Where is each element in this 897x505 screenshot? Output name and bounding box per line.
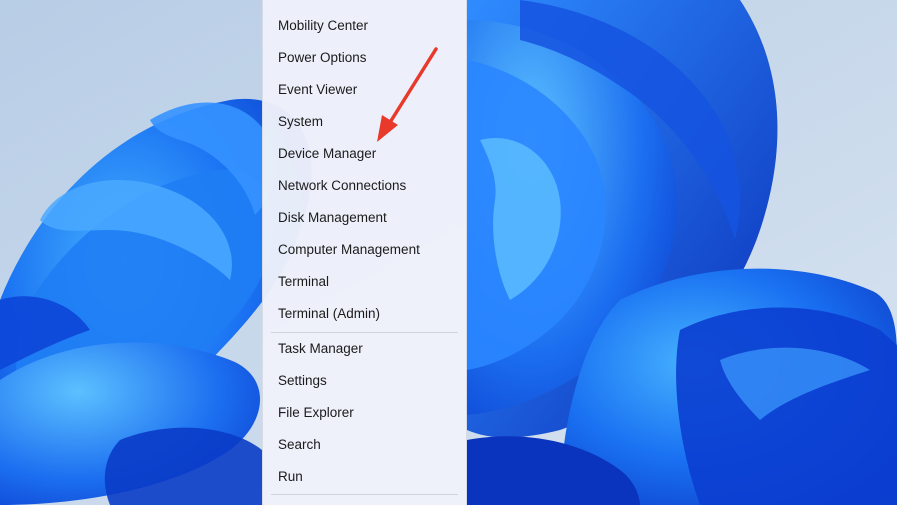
menu-item-device-manager[interactable]: Device Manager <box>263 138 466 170</box>
menu-item-power-options[interactable]: Power Options <box>263 42 466 74</box>
menu-separator <box>271 494 458 495</box>
menu-item-system[interactable]: System <box>263 106 466 138</box>
menu-item-network-connections[interactable]: Network Connections <box>263 170 466 202</box>
menu-item-terminal-admin[interactable]: Terminal (Admin) <box>263 298 466 330</box>
menu-item-disk-management[interactable]: Disk Management <box>263 202 466 234</box>
menu-item-search[interactable]: Search <box>263 429 466 461</box>
winx-context-menu: Mobility Center Power Options Event View… <box>262 0 467 505</box>
menu-item-event-viewer[interactable]: Event Viewer <box>263 74 466 106</box>
menu-item-terminal[interactable]: Terminal <box>263 266 466 298</box>
menu-item-settings[interactable]: Settings <box>263 365 466 397</box>
menu-item-file-explorer[interactable]: File Explorer <box>263 397 466 429</box>
menu-item-run[interactable]: Run <box>263 461 466 493</box>
menu-item-task-manager[interactable]: Task Manager <box>263 333 466 365</box>
menu-item-mobility-center[interactable]: Mobility Center <box>263 10 466 42</box>
menu-item-computer-management[interactable]: Computer Management <box>263 234 466 266</box>
